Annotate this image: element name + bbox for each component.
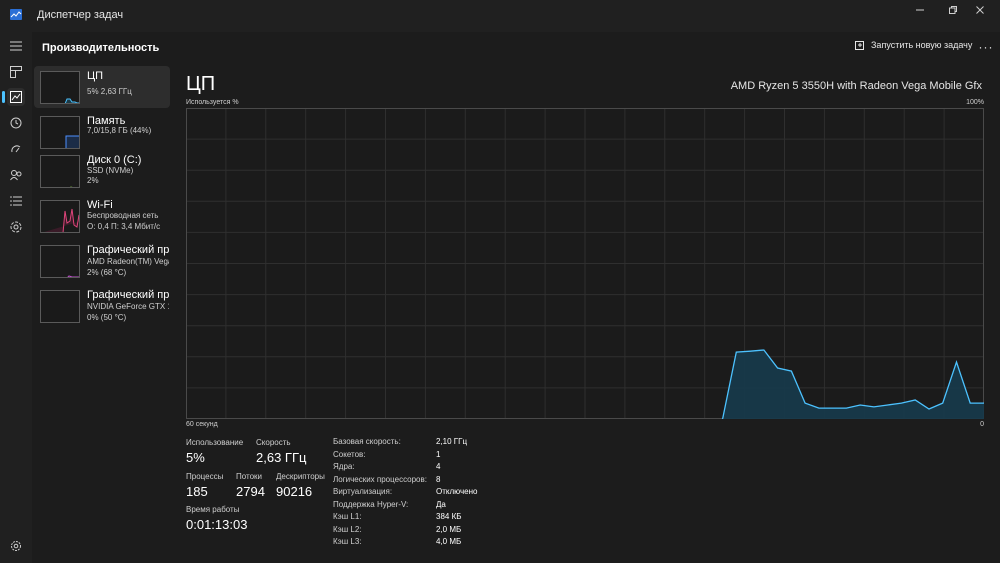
services-icon[interactable] (7, 218, 25, 236)
device-usage: 2% (68 °C) (87, 268, 127, 277)
cpu-model-name: AMD Ryzen 5 3550H with Radeon Vega Mobil… (730, 80, 982, 92)
device-item-memory[interactable]: Память 7,0/15,8 ГБ (44%) (34, 111, 170, 153)
processes-label: Процессы (186, 472, 224, 481)
spec-value: 1 (436, 450, 441, 459)
device-item-disk[interactable]: Диск 0 (C:) SSD (NVMe) 2% (34, 150, 170, 192)
device-detail: NVIDIA GeForce GTX 1650 (87, 302, 169, 311)
spec-label: Виртуализация: (333, 487, 393, 496)
gpu1-thumbnail (40, 290, 80, 323)
spec-label: Кэш L2: (333, 525, 362, 534)
uptime-label: Время работы (186, 505, 240, 514)
device-detail: AMD Radeon(TM) Vega 8 Graphics (87, 257, 169, 266)
graph-min-label: 0 (980, 421, 984, 428)
spec-value: Отключено (436, 487, 478, 496)
device-item-wifi[interactable]: Wi-Fi Беспроводная сеть О: 0,4 П: 3,4 Мб… (34, 195, 170, 237)
spec-label: Ядра: (333, 462, 355, 471)
spec-label: Кэш L3: (333, 537, 362, 546)
uptime-value: 0:01:13:03 (186, 517, 248, 532)
processes-icon[interactable] (7, 63, 25, 81)
wifi-thumbnail (40, 200, 80, 233)
cpu-thumbnail (40, 71, 80, 104)
app-history-icon[interactable] (7, 114, 25, 132)
minimize-icon (916, 9, 924, 11)
processes-value: 185 (186, 484, 208, 499)
device-name: Диск 0 (C:) (87, 154, 142, 166)
device-item-cpu[interactable]: ЦП 5% 2,63 ГГц (34, 66, 170, 108)
device-usage: 0% (50 °C) (87, 313, 127, 322)
users-icon[interactable] (7, 166, 25, 184)
disk-thumbnail (40, 155, 80, 188)
device-detail: 7,0/15,8 ГБ (44%) (87, 126, 152, 135)
window-title: Диспетчер задач (37, 9, 124, 21)
speed-value: 2,63 ГГц (256, 450, 307, 465)
title-bar: Диспетчер задач (0, 0, 1000, 32)
details-icon[interactable] (7, 192, 25, 210)
startup-apps-icon[interactable] (7, 140, 25, 158)
cpu-detail-pane: ЦП AMD Ryzen 5 3550H with Radeon Vega Mo… (170, 66, 1000, 563)
spec-value: 2,0 МБ (436, 525, 462, 534)
run-new-task-label: Запустить новую задачу (871, 40, 973, 50)
spec-label: Логических процессоров: (333, 475, 427, 484)
graph-max-label: 100% (966, 99, 984, 106)
spec-value: Да (436, 500, 446, 509)
close-icon (976, 6, 984, 14)
device-name: Графический процессор 0 (87, 244, 169, 256)
device-name: Графический процессор 1 (87, 289, 169, 301)
usage-value: 5% (186, 450, 205, 465)
handles-value: 90216 (276, 484, 313, 499)
spec-value: 2,10 ГГц (436, 437, 468, 446)
spec-label: Кэш L1: (333, 512, 362, 521)
device-throughput: О: 0,4 П: 3,4 Мбит/с (87, 222, 161, 231)
performance-icon[interactable] (2, 88, 25, 106)
task-manager-app-icon (10, 9, 22, 20)
restore-icon (949, 6, 957, 14)
speed-label: Скорость (256, 438, 291, 447)
close-button[interactable] (960, 0, 1000, 20)
spec-value: 8 (436, 475, 441, 484)
device-item-gpu1[interactable]: Графический процессор 1 NVIDIA GeForce G… (34, 285, 170, 327)
page-title: Производительность (42, 42, 160, 54)
gpu0-thumbnail (40, 245, 80, 278)
device-detail: SSD (NVMe) (87, 166, 134, 175)
handles-label: Дескрипторы (276, 472, 325, 481)
spec-label: Сокетов: (333, 450, 366, 459)
threads-value: 2794 (236, 484, 265, 499)
page-header: Производительность Запустить новую задач… (32, 32, 1000, 62)
device-list: ЦП 5% 2,63 ГГц Память 7,0/15,8 ГБ (44%) … (34, 66, 170, 346)
spec-value: 4,0 МБ (436, 537, 462, 546)
device-detail: Беспроводная сеть (87, 211, 159, 220)
spec-label: Поддержка Hyper-V: (333, 500, 409, 509)
device-item-gpu0[interactable]: Графический процессор 0 AMD Radeon(TM) V… (34, 240, 170, 282)
cpu-heading: ЦП (186, 73, 216, 95)
device-detail: 5% 2,63 ГГц (87, 87, 132, 96)
memory-thumbnail (40, 116, 80, 149)
spec-label: Базовая скорость: (333, 437, 401, 446)
graph-time-label: 60 секунд (186, 421, 218, 428)
spec-value: 384 КБ (436, 512, 462, 521)
usage-label: Использование (186, 438, 244, 447)
run-task-icon (855, 41, 864, 50)
device-name: ЦП (87, 70, 104, 82)
settings-icon[interactable] (7, 537, 25, 555)
graph-label: Используется % (186, 99, 239, 106)
run-new-task-button[interactable]: Запустить новую задачу (855, 40, 972, 50)
threads-label: Потоки (236, 472, 263, 481)
device-name: Wi-Fi (87, 199, 113, 211)
hamburger-menu-icon[interactable] (7, 37, 25, 55)
navigation-rail (0, 32, 32, 563)
more-options-button[interactable]: ··· (974, 38, 998, 56)
spec-value: 4 (436, 462, 441, 471)
device-usage: 2% (87, 176, 99, 185)
cpu-usage-graph (186, 108, 984, 419)
